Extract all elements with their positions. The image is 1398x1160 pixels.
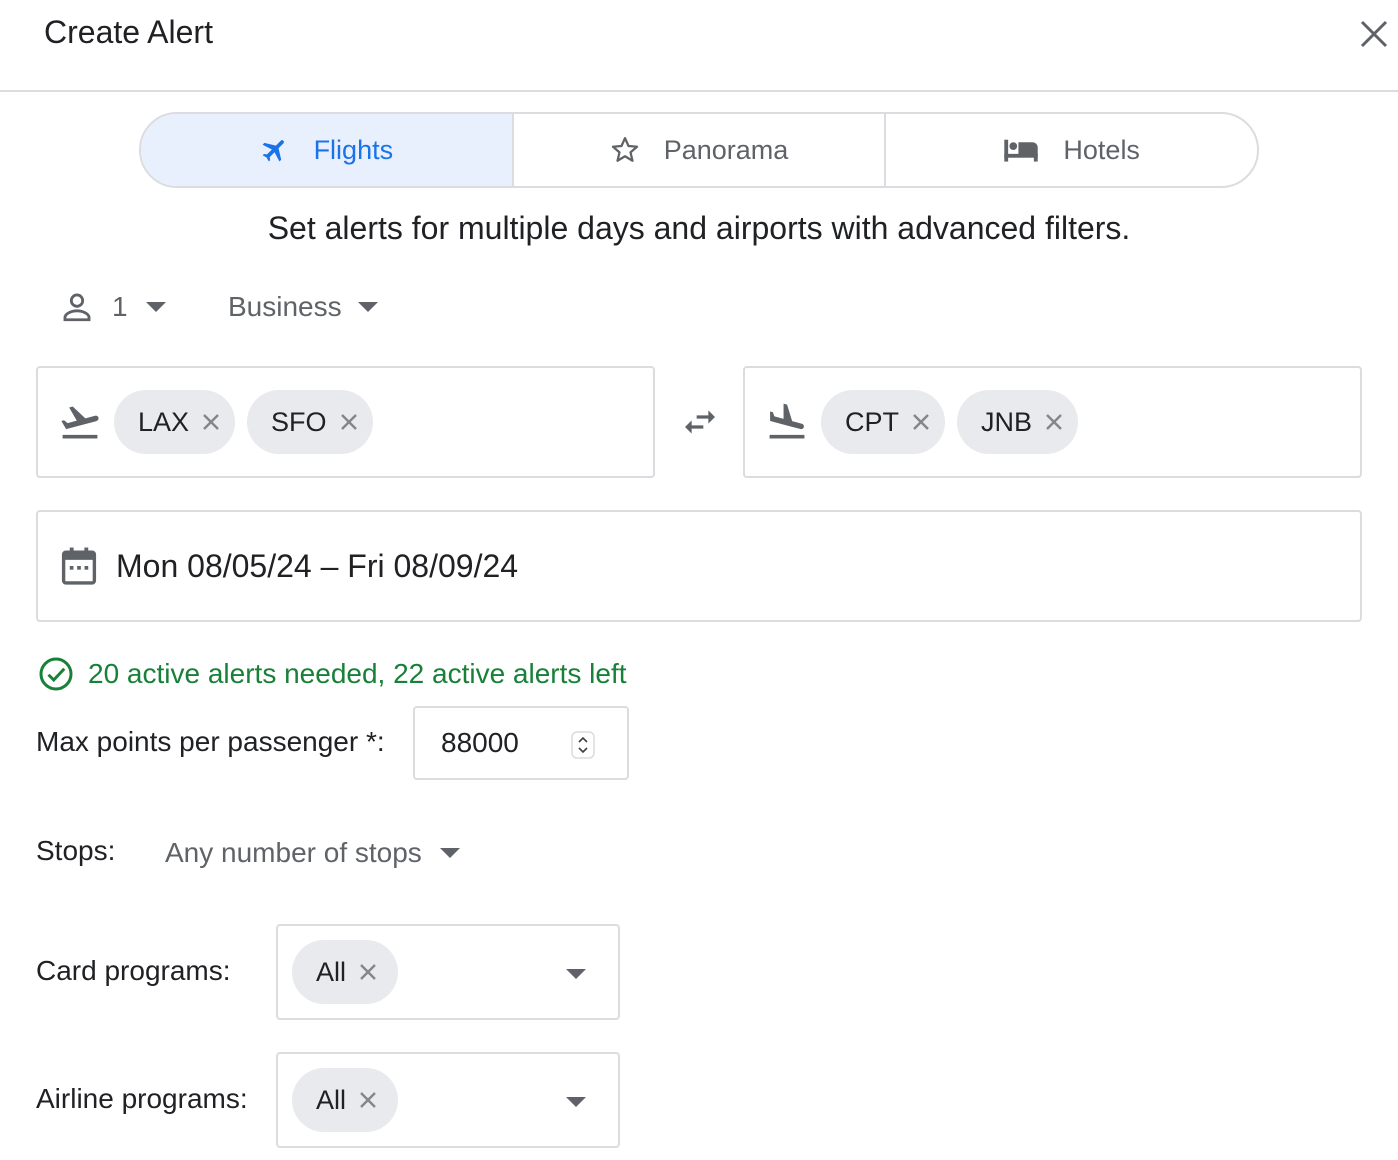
landing-icon (769, 403, 805, 439)
close-button[interactable] (1354, 14, 1394, 54)
airline-programs-chip-all: All (292, 1068, 399, 1132)
chip-label: SFO (271, 406, 327, 437)
card-programs-select[interactable]: All (276, 924, 620, 1020)
takeoff-icon (61, 406, 99, 439)
remove-chip-button[interactable] (911, 412, 931, 432)
remove-chip-button[interactable] (358, 1090, 378, 1110)
origin-chip-sfo: SFO (247, 390, 373, 454)
swap-arrows-icon (685, 410, 715, 434)
cabin-class-select[interactable]: Business (228, 284, 378, 330)
alert-quota-text: 20 active alerts needed, 22 active alert… (88, 658, 627, 689)
remove-chip-button[interactable] (1044, 412, 1064, 432)
tab-hotels[interactable]: Hotels (886, 114, 1257, 186)
max-points-input[interactable]: 88000 (413, 706, 629, 780)
airline-programs-label: Airline programs: (36, 1083, 248, 1114)
swap-airports-button[interactable] (678, 400, 722, 444)
airplane-icon (262, 140, 284, 162)
date-range-field[interactable]: Mon 08/05/24 – Fri 08/09/24 (36, 510, 1362, 622)
chip-label: All (316, 956, 347, 987)
chip-label: JNB (981, 406, 1033, 437)
remove-chip-button[interactable] (201, 412, 221, 432)
person-icon (63, 293, 91, 322)
remove-chip-button[interactable] (358, 962, 378, 982)
chip-label: All (316, 1084, 347, 1115)
close-icon (203, 414, 219, 430)
close-icon (360, 1092, 376, 1108)
close-icon (1360, 20, 1388, 48)
tab-panorama-label: Panorama (663, 134, 789, 165)
cabin-class-value: Business (228, 291, 342, 322)
number-stepper[interactable] (571, 731, 595, 766)
tab-hotels-label: Hotels (1063, 134, 1140, 165)
chip-label: CPT (845, 406, 899, 437)
chevron-down-icon (566, 969, 586, 979)
stops-value: Any number of stops (165, 837, 422, 868)
max-points-value: 88000 (441, 727, 519, 758)
close-icon (340, 414, 357, 430)
tab-flights-label: Flights (313, 134, 394, 165)
destination-chip-cpt: CPT (821, 390, 945, 454)
airline-programs-select[interactable]: All (276, 1052, 620, 1148)
close-icon (360, 964, 376, 980)
bed-icon (1004, 139, 1039, 162)
stops-select[interactable]: Any number of stops (165, 830, 460, 876)
subtitle: Set alerts for multiple days and airport… (267, 210, 1131, 246)
chevron-down-icon (357, 302, 378, 312)
chip-label: LAX (138, 406, 190, 437)
close-icon (913, 414, 929, 430)
chevron-down-icon (439, 848, 460, 858)
remove-chip-button[interactable] (339, 412, 359, 432)
alert-type-tabs: Flights Panorama Hotels (139, 112, 1259, 188)
destination-chip-jnb: JNB (957, 390, 1079, 454)
close-icon (1046, 414, 1062, 430)
check-circle-icon (39, 657, 73, 691)
date-range-value: Mon 08/05/24 – Fri 08/09/24 (116, 547, 519, 584)
alert-quota-status: 20 active alerts needed, 22 active alert… (38, 656, 627, 692)
card-programs-chip-all: All (292, 940, 399, 1004)
chevron-down-icon (145, 302, 166, 312)
dialog-title: Create Alert (44, 14, 213, 50)
origin-chip-lax: LAX (114, 390, 236, 454)
dialog-header: Create Alert (0, 0, 1398, 92)
tab-panorama[interactable]: Panorama (514, 114, 887, 186)
passenger-count-select[interactable]: 1 (60, 284, 166, 330)
destination-airports-field[interactable]: CPT JNB (743, 366, 1362, 478)
passenger-count-value: 1 (112, 291, 128, 322)
tab-flights[interactable]: Flights (141, 114, 514, 186)
stops-label: Stops: (36, 835, 116, 866)
stepper-arrows-icon (571, 731, 595, 759)
max-points-label: Max points per passenger *: (36, 726, 385, 757)
card-programs-label: Card programs: (36, 955, 231, 986)
star-icon (611, 137, 638, 162)
chevron-down-icon (566, 1097, 586, 1107)
origin-airports-field[interactable]: LAX SFO (36, 366, 655, 478)
calendar-icon (61, 547, 97, 585)
